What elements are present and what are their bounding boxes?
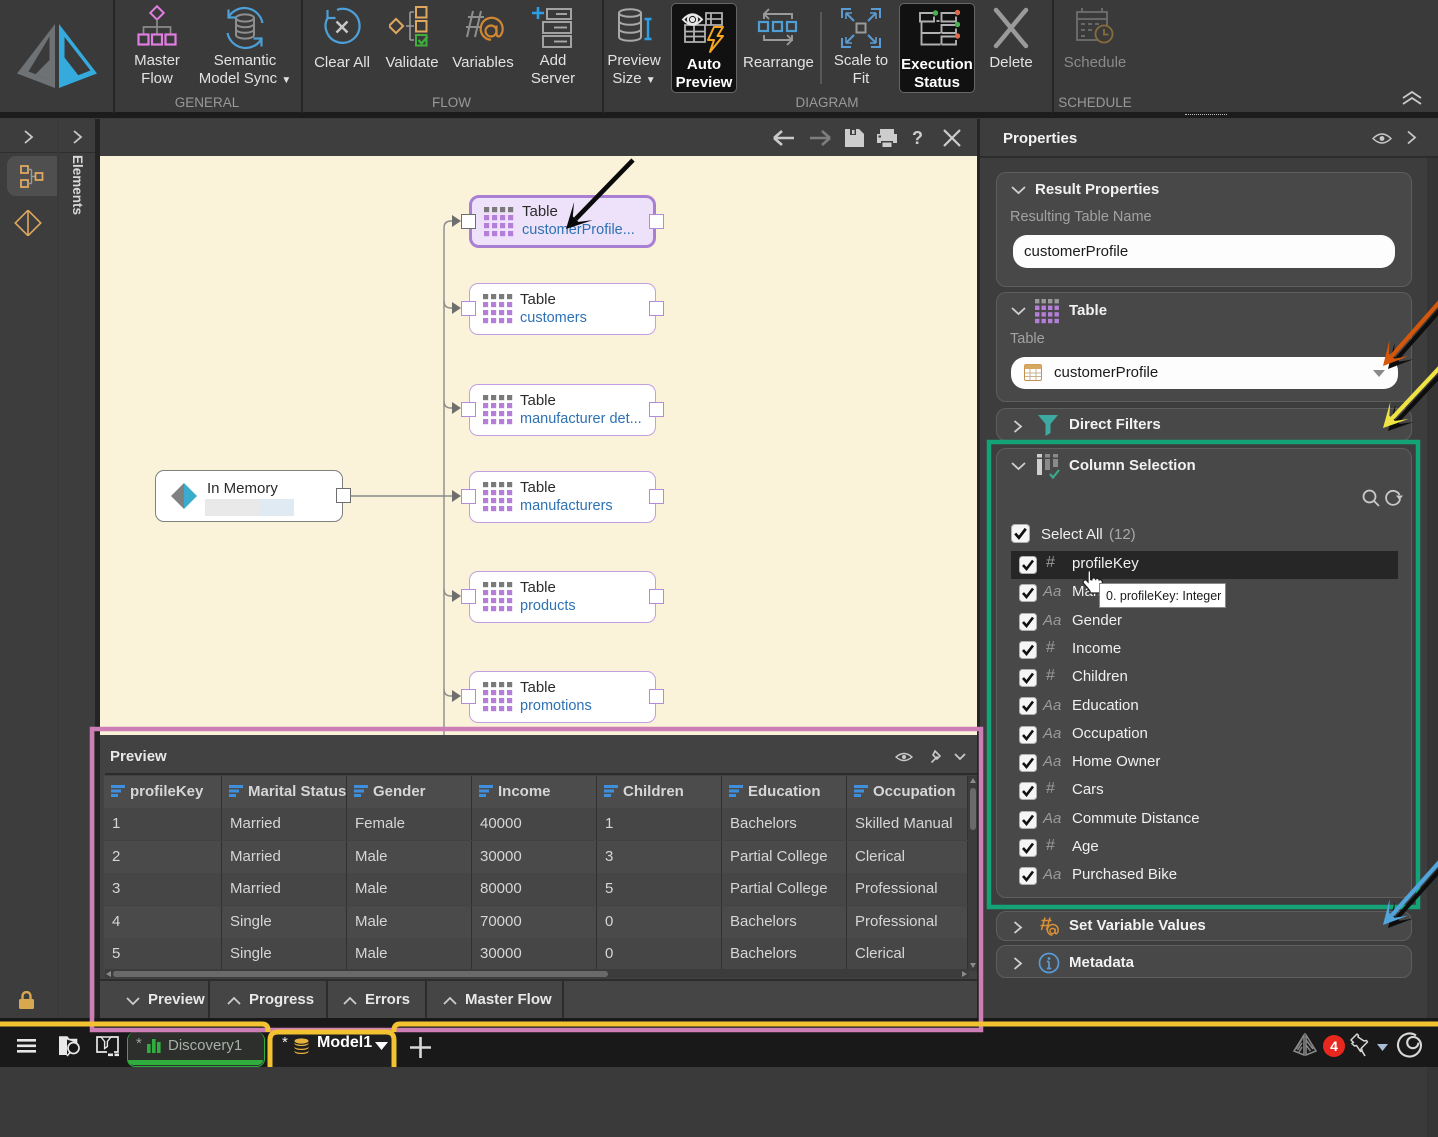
svg-text:?: ? (912, 128, 923, 148)
